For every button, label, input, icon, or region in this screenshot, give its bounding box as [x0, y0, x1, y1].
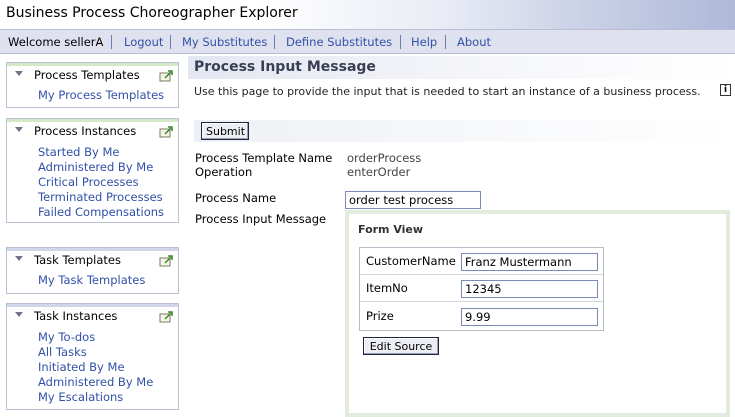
submit-button[interactable]: Submit	[201, 122, 249, 140]
sidebar-link-my-to-dos[interactable]: My To-dos	[38, 330, 178, 345]
my-substitutes-link[interactable]: My Substitutes	[182, 35, 267, 49]
collapse-triangle-icon[interactable]	[15, 71, 23, 76]
panel-header[interactable]: Process Instances	[7, 119, 178, 139]
nav-separator	[445, 35, 446, 49]
add-to-favorites-icon[interactable]	[159, 310, 173, 323]
sidebar-link-failed-compensations[interactable]: Failed Compensations	[38, 205, 178, 220]
customer-name-input[interactable]	[461, 253, 598, 271]
collapse-triangle-icon[interactable]	[15, 312, 23, 317]
sidebar-link-administered-by-me[interactable]: Administered By Me	[38, 375, 178, 390]
item-no-label: ItemNo	[366, 281, 408, 295]
task-templates-panel: Task Templates My Task Templates	[6, 247, 179, 294]
operation-value: enterOrder	[347, 165, 411, 179]
sidebar-link-administered-by-me[interactable]: Administered By Me	[38, 160, 178, 175]
process-instances-panel: Process Instances Started By Me Administ…	[6, 118, 179, 223]
add-to-favorites-icon[interactable]	[159, 254, 173, 267]
top-nav-bar: Welcome sellerA Logout My Substitutes De…	[0, 30, 735, 54]
prize-input[interactable]	[461, 308, 598, 326]
collapse-triangle-icon[interactable]	[15, 256, 23, 261]
process-name-input[interactable]	[345, 191, 481, 209]
welcome-text: Welcome sellerA	[8, 35, 104, 49]
sidebar-link-started-by-me[interactable]: Started By Me	[38, 145, 178, 160]
panel-title: Process Instances	[34, 124, 137, 138]
process-input-message-label: Process Input Message	[195, 212, 327, 226]
customer-name-label: CustomerName	[366, 254, 456, 268]
form-view-title: Form View	[358, 223, 424, 236]
help-link[interactable]: Help	[411, 35, 437, 49]
form-fields-table: CustomerName ItemNo Prize	[359, 247, 604, 331]
nav-separator	[274, 35, 275, 49]
panel-title: Process Templates	[34, 68, 140, 82]
prize-label: Prize	[366, 309, 394, 323]
sidebar-link-my-process-templates[interactable]: My Process Templates	[38, 88, 178, 103]
sidebar-link-my-task-templates[interactable]: My Task Templates	[38, 273, 178, 288]
item-no-input[interactable]	[461, 280, 598, 298]
process-templates-panel: Process Templates My Process Templates	[6, 62, 179, 108]
define-substitutes-link[interactable]: Define Substitutes	[286, 35, 392, 49]
process-template-name-label: Process Template Name	[195, 151, 333, 165]
sidebar-link-terminated-processes[interactable]: Terminated Processes	[38, 190, 178, 205]
panel-header[interactable]: Task Templates	[7, 248, 178, 268]
process-name-label: Process Name	[195, 191, 277, 205]
add-to-favorites-icon[interactable]	[159, 69, 173, 82]
sidebar-link-my-escalations[interactable]: My Escalations	[38, 390, 178, 405]
page-heading-bar: Process Input Message	[188, 56, 735, 79]
form-row: Prize	[360, 303, 603, 330]
nav-separator	[111, 35, 112, 49]
about-link[interactable]: About	[457, 35, 491, 49]
nav-separator	[170, 35, 171, 49]
info-icon[interactable]: i	[720, 84, 731, 96]
logout-link[interactable]: Logout	[124, 35, 163, 49]
page-description: Use this page to provide the input that …	[194, 85, 701, 98]
process-template-name-value: orderProcess	[347, 151, 422, 165]
form-row: ItemNo	[360, 275, 603, 302]
sidebar-link-initiated-by-me[interactable]: Initiated By Me	[38, 360, 178, 375]
form-view-panel: Form View CustomerName ItemNo Prize Edit…	[345, 210, 730, 417]
app-title: Business Process Choreographer Explorer	[6, 5, 298, 21]
collapse-triangle-icon[interactable]	[15, 127, 23, 132]
sidebar-link-critical-processes[interactable]: Critical Processes	[38, 175, 178, 190]
form-row: CustomerName	[360, 248, 603, 275]
panel-header[interactable]: Task Instances	[7, 304, 178, 324]
operation-label: Operation	[195, 165, 253, 179]
panel-title: Task Templates	[34, 253, 121, 267]
panel-title: Task Instances	[34, 309, 118, 323]
sidebar-link-all-tasks[interactable]: All Tasks	[38, 345, 178, 360]
action-bar: Submit	[194, 120, 735, 142]
nav-separator	[400, 35, 401, 49]
edit-source-button[interactable]: Edit Source	[363, 337, 439, 355]
panel-header[interactable]: Process Templates	[7, 63, 178, 83]
page-title: Process Input Message	[194, 59, 376, 75]
add-to-favorites-icon[interactable]	[159, 125, 173, 138]
task-instances-panel: Task Instances My To-dos All Tasks Initi…	[6, 303, 179, 410]
title-bar: Business Process Choreographer Explorer	[0, 0, 735, 30]
